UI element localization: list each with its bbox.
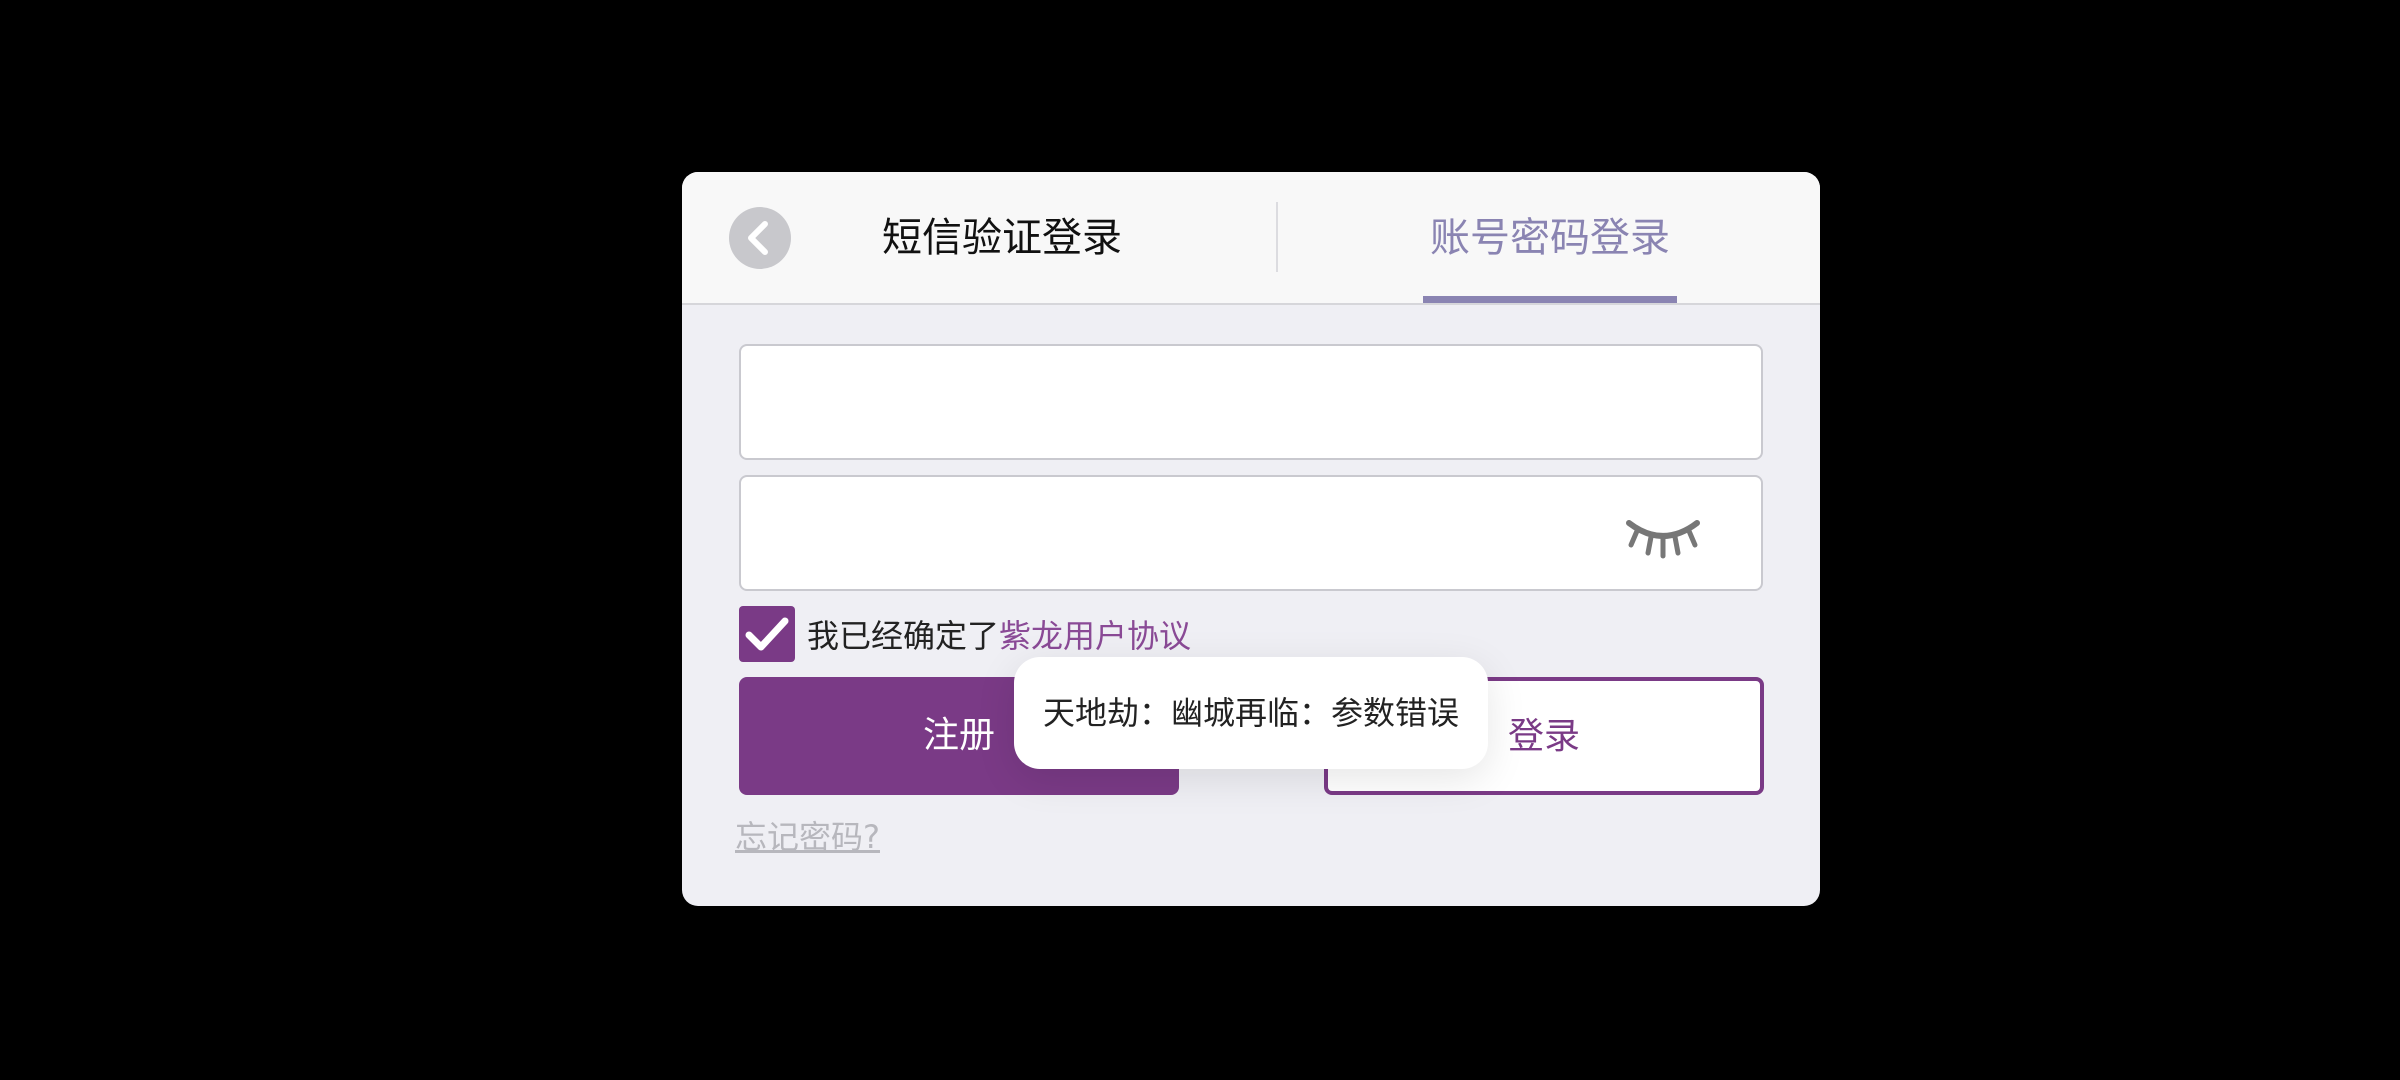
forgot-password-link[interactable]: 忘记密码?	[735, 812, 880, 858]
login-dialog: 短信验证登录 账号密码登录 我已经确定了 紫龙用户协议 注册 登录 忘记密码?	[682, 172, 1820, 906]
phone-field[interactable]	[739, 344, 1763, 460]
eye-closed-icon[interactable]	[1623, 509, 1703, 561]
back-button[interactable]	[729, 207, 791, 269]
active-tab-indicator	[1423, 296, 1677, 303]
tab-header: 短信验证登录 账号密码登录	[682, 172, 1820, 305]
tab-divider	[1276, 202, 1278, 272]
error-toast: 天地劫：幽城再临：参数错误	[1014, 657, 1488, 769]
tab-sms-login[interactable]: 短信验证登录	[852, 208, 1152, 268]
checkmark-icon	[745, 617, 789, 651]
phone-input[interactable]	[771, 346, 1595, 460]
agreement-row: 我已经确定了 紫龙用户协议	[739, 606, 1191, 662]
agreement-checkbox[interactable]	[739, 606, 795, 662]
user-agreement-link[interactable]: 紫龙用户协议	[999, 611, 1191, 657]
agreement-text: 我已经确定了	[807, 617, 1000, 655]
password-field[interactable]	[739, 475, 1763, 591]
tab-account-login[interactable]: 账号密码登录	[1423, 208, 1677, 268]
password-input[interactable]	[771, 477, 1595, 591]
chevron-left-icon	[748, 221, 768, 255]
